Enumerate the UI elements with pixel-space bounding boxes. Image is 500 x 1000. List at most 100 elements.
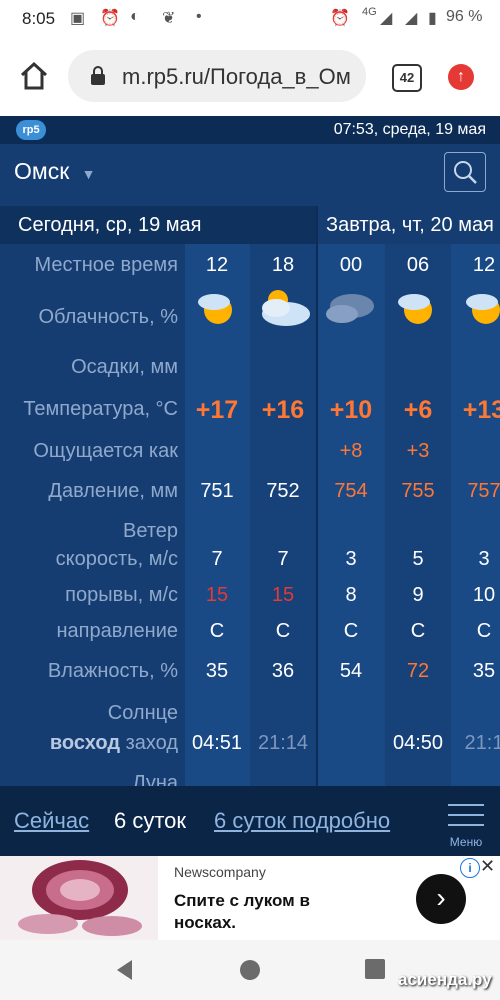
ad-info-icon[interactable]: i bbox=[460, 858, 480, 878]
ad-banner[interactable]: Newscompany Спите с луком в носках. i ✕ … bbox=[0, 856, 500, 940]
gust-cell: 15 bbox=[271, 584, 295, 606]
android-nav-bar: асиенда.ру bbox=[0, 940, 500, 1000]
gust-cell: 10 bbox=[472, 584, 496, 606]
nav-six-days-detailed-link[interactable]: 6 суток подробно bbox=[214, 808, 390, 834]
temperature-cell: +17 bbox=[195, 396, 239, 424]
address-bar[interactable]: m.rp5.ru/Погода_в_Ом bbox=[68, 50, 366, 102]
gust-cell: 15 bbox=[205, 584, 229, 606]
label-feels-like: Ощущается как bbox=[33, 440, 178, 462]
network-label: 4G bbox=[362, 6, 377, 18]
search-button[interactable] bbox=[444, 152, 486, 192]
hour-cell: 12 bbox=[205, 254, 229, 276]
menu-label: Меню bbox=[449, 835, 483, 849]
home-icon[interactable] bbox=[18, 60, 50, 92]
alarm-status-icon: ⏰ bbox=[330, 10, 350, 27]
cloudy-icon bbox=[262, 290, 310, 326]
pressure-cell: 752 bbox=[266, 480, 300, 502]
partly-sunny-icon bbox=[466, 294, 500, 324]
hour-cell: 06 bbox=[406, 254, 430, 276]
label-direction: направление bbox=[56, 620, 178, 642]
battery-percent: 96 % bbox=[446, 8, 483, 25]
pressure-cell: 751 bbox=[200, 480, 234, 502]
sunset-cell: 21:1 bbox=[464, 732, 500, 754]
label-temperature: Температура, °C bbox=[23, 398, 178, 420]
direction-cell: С bbox=[476, 620, 492, 642]
partly-sunny-icon bbox=[398, 294, 432, 324]
tomorrow-header: Завтра, чт, 20 мая bbox=[326, 214, 494, 236]
temperature-cell: +16 bbox=[261, 396, 305, 424]
ad-title[interactable]: Спите с луком в носках. bbox=[174, 890, 354, 934]
city-selector[interactable]: Омск ▼ bbox=[14, 158, 96, 185]
humidity-cell: 72 bbox=[406, 660, 430, 682]
ad-arrow-button[interactable]: › bbox=[416, 874, 466, 924]
label-sunrise: восход bbox=[49, 732, 121, 754]
bottom-nav: Сейчас 6 суток 6 суток подробно Меню bbox=[0, 786, 500, 856]
feels-like-cell: +3 bbox=[406, 440, 430, 462]
nav-six-days-tab[interactable]: 6 суток bbox=[114, 808, 186, 834]
home-nav-icon[interactable] bbox=[238, 958, 262, 982]
wind-speed-cell: 7 bbox=[211, 548, 223, 570]
label-sunrise-sunset: восход заход bbox=[0, 732, 178, 755]
rp5-page: rp5 07:53, среда, 19 мая Омск ▼ Сегодня,… bbox=[0, 116, 500, 856]
label-local-time: Местное время bbox=[34, 254, 178, 276]
hour-cell: 12 bbox=[472, 254, 496, 276]
direction-cell: С bbox=[209, 620, 225, 642]
feels-like-cell: +8 bbox=[339, 440, 363, 462]
today-header: Сегодня, ср, 19 мая bbox=[18, 214, 202, 236]
humidity-cell: 35 bbox=[205, 660, 229, 682]
status-bar: 8:05 ▣ ⏰ ◐ ❦ • ⏰ 4G ◢ ◢ ▮ 96 % bbox=[0, 0, 500, 38]
pressure-cell: 755 bbox=[401, 480, 435, 502]
temperature-cell: +10 bbox=[329, 396, 373, 424]
update-icon[interactable]: ↑ bbox=[448, 64, 474, 90]
search-icon bbox=[454, 161, 477, 184]
back-icon[interactable] bbox=[114, 958, 136, 982]
direction-cell: С bbox=[275, 620, 291, 642]
wind-speed-cell: 5 bbox=[412, 548, 424, 570]
ad-source: Newscompany bbox=[174, 864, 266, 880]
night-cloudy-icon bbox=[326, 294, 374, 323]
site-header: rp5 07:53, среда, 19 мая bbox=[0, 116, 500, 144]
current-datetime: 07:53, среда, 19 мая bbox=[333, 121, 486, 138]
tab-switcher-button[interactable]: 42 bbox=[392, 64, 422, 92]
label-humidity: Влажность, % bbox=[47, 660, 178, 682]
label-wind-speed: скорость, м/с bbox=[55, 548, 178, 570]
image-icon: ▣ bbox=[70, 10, 86, 27]
label-gusts: порывы, м/с bbox=[65, 584, 178, 606]
url-text: m.rp5.ru/Погода_в_Ом bbox=[122, 64, 351, 89]
wind-speed-cell: 3 bbox=[345, 548, 357, 570]
wind-speed-cell: 3 bbox=[478, 548, 490, 570]
wifi-signal-icon: ◢ bbox=[405, 10, 418, 27]
nav-now-link[interactable]: Сейчас bbox=[14, 808, 89, 834]
lock-icon bbox=[91, 66, 105, 85]
dot-icon: • bbox=[196, 8, 202, 25]
status-time: 8:05 bbox=[22, 9, 56, 28]
browser-toolbar: m.rp5.ru/Погода_в_Ом 42 ↑ bbox=[0, 38, 500, 116]
signal-icon: ◢ bbox=[380, 10, 393, 27]
gust-cell: 9 bbox=[412, 584, 424, 606]
label-cloudiness: Облачность, % bbox=[38, 306, 178, 328]
chevron-down-icon: ▼ bbox=[81, 166, 96, 182]
label-precipitation: Осадки, мм bbox=[71, 356, 178, 378]
gust-cell: 8 bbox=[345, 584, 357, 606]
direction-cell: С bbox=[343, 620, 359, 642]
bird-icon: ❦ bbox=[162, 10, 176, 27]
temperature-cell: +13 bbox=[462, 396, 500, 424]
sunrise-cell: 04:50 bbox=[392, 732, 444, 754]
rp5-logo[interactable]: rp5 bbox=[16, 120, 46, 140]
app-icon: ◐ bbox=[130, 8, 140, 25]
battery-icon: ▮ bbox=[428, 10, 437, 27]
alarm-icon: ⏰ bbox=[100, 10, 120, 27]
ad-close-icon[interactable]: ✕ bbox=[480, 856, 495, 877]
city-name: Омск bbox=[14, 158, 70, 184]
humidity-cell: 54 bbox=[339, 660, 363, 682]
hour-cell: 00 bbox=[339, 254, 363, 276]
recents-icon[interactable] bbox=[364, 958, 386, 980]
label-wind: Ветер bbox=[123, 520, 178, 542]
label-pressure: Давление, мм bbox=[48, 480, 178, 502]
sunrise-cell: 04:51 bbox=[191, 732, 243, 754]
humidity-cell: 35 bbox=[472, 660, 496, 682]
pressure-cell: 757 bbox=[467, 480, 500, 502]
menu-button[interactable]: Меню bbox=[444, 800, 488, 849]
direction-cell: С bbox=[410, 620, 426, 642]
wind-speed-cell: 7 bbox=[277, 548, 289, 570]
